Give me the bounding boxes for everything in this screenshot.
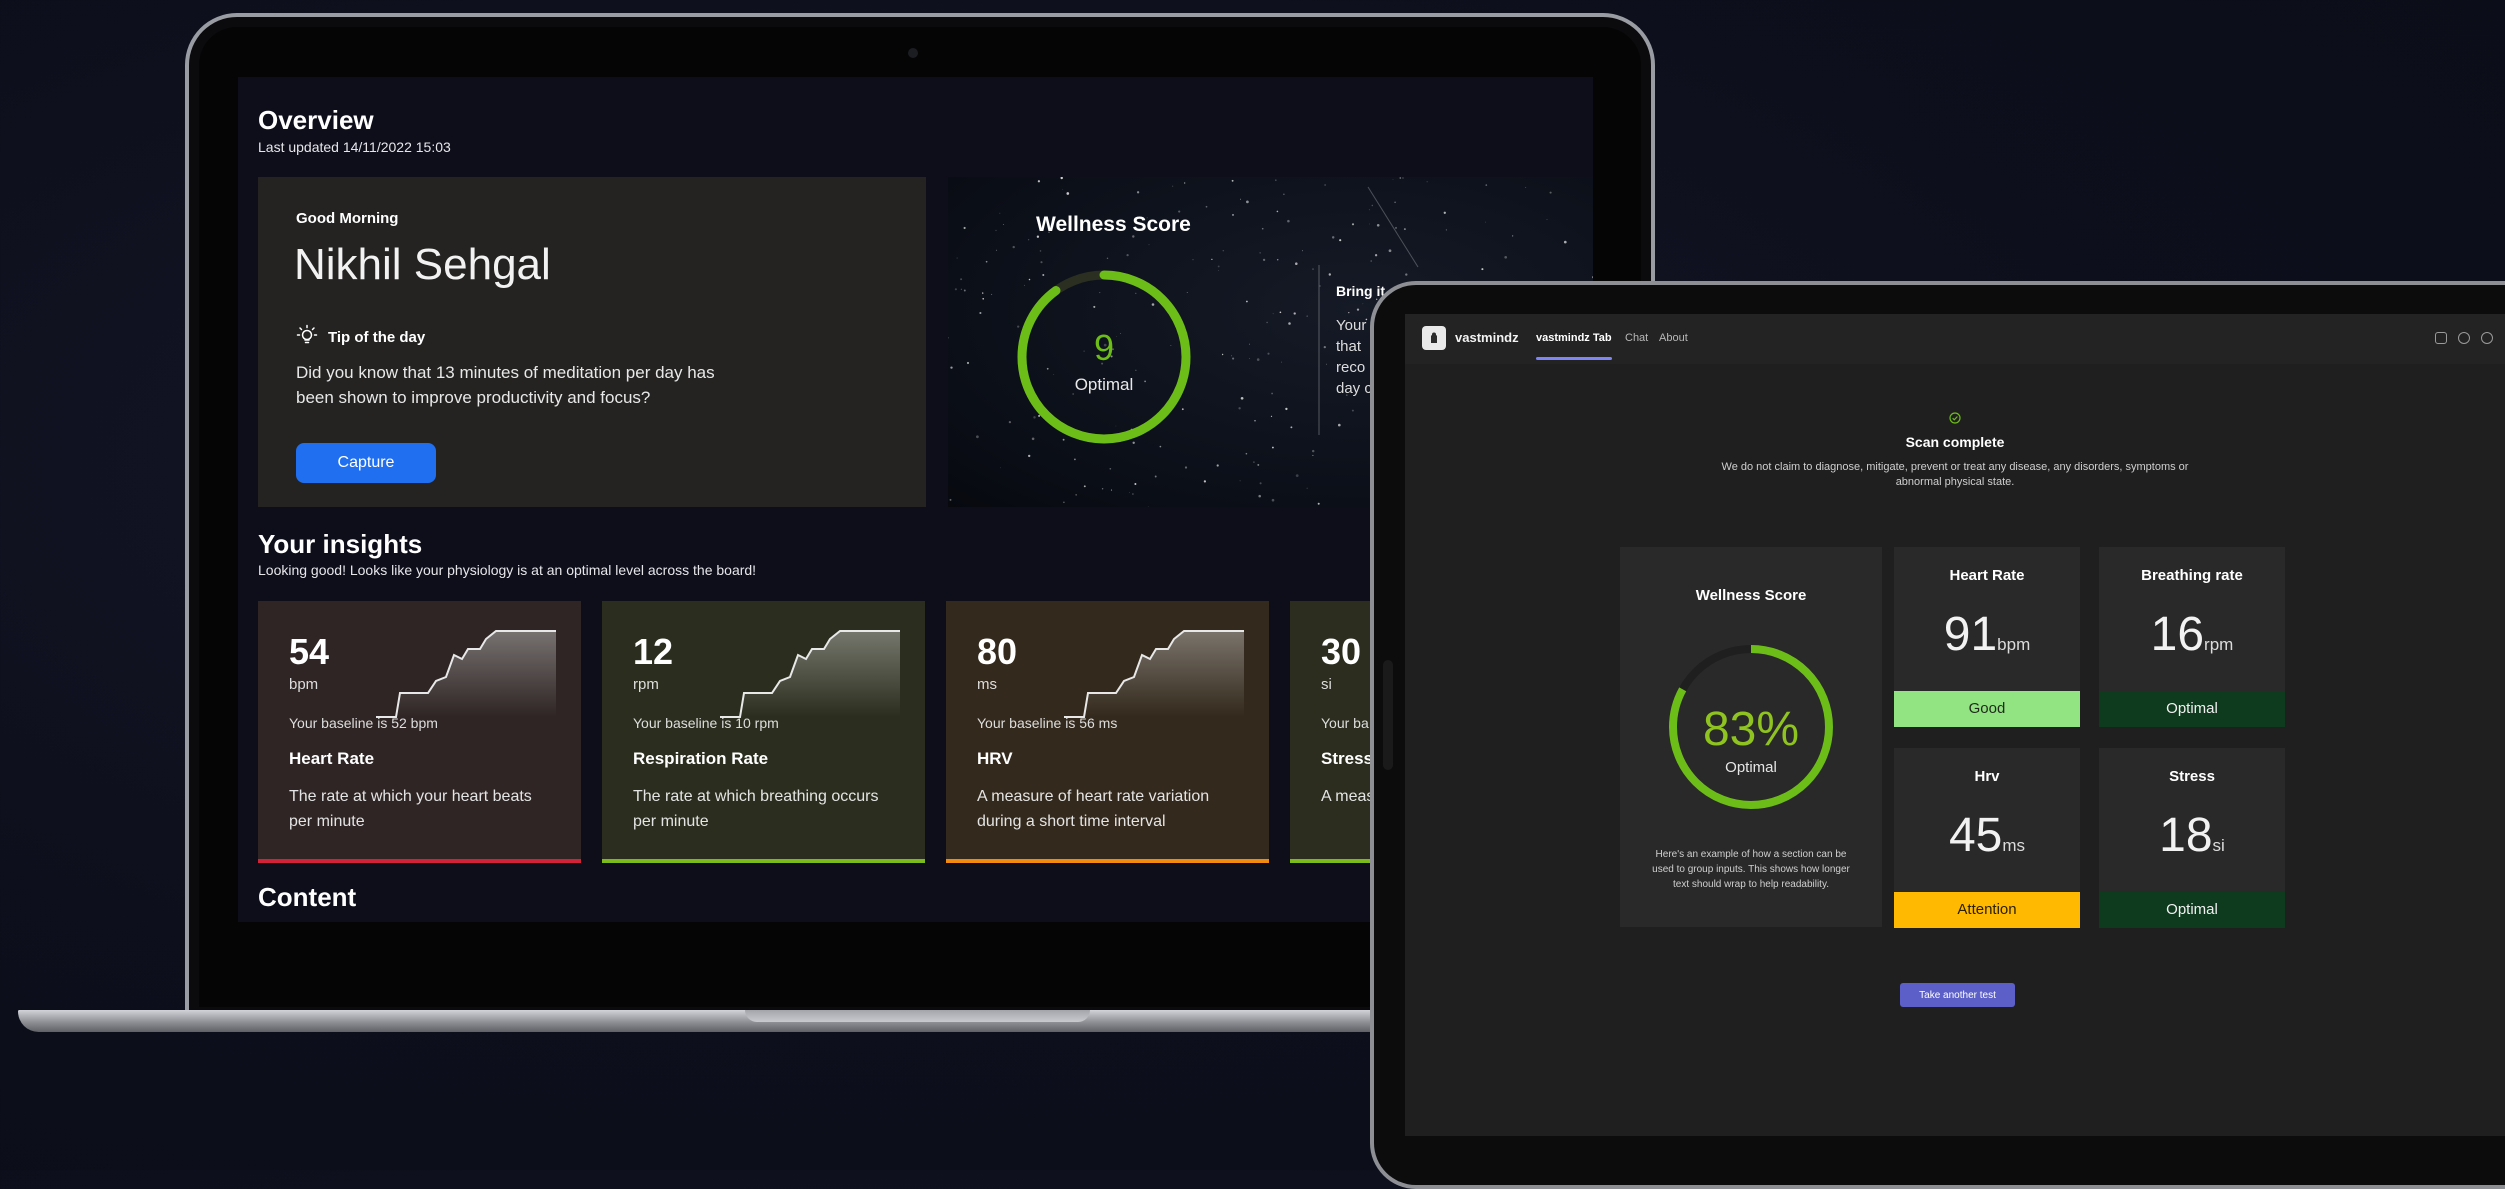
greeting-card: Good Morning Nikhil Sehgal Tip of the da… [258,177,926,507]
metric-title: Heart Rate [1949,567,2025,584]
metric-unit: rpm [2204,635,2234,654]
sparkline-chart [720,630,900,718]
capture-button[interactable]: Capture [296,443,436,483]
insight-baseline: Your ba [1321,715,1369,731]
tab-about[interactable]: About [1659,332,1688,344]
insight-card[interactable]: 54 bpm Your baseline is 52 bpm Heart Rat… [258,601,581,863]
wellness-note: Here's an example of how a section can b… [1652,849,1850,890]
insight-card[interactable]: 80 ms Your baseline is 56 ms HRV A measu… [946,601,1269,863]
refresh-icon[interactable] [2458,332,2470,344]
insight-baseline: Your baseline is 10 rpm [633,715,779,731]
wellness-percent: 83% [1702,703,1800,756]
insight-accent-bar [946,859,1269,863]
metric-value: 18si [2099,808,2285,863]
camera-icon [908,48,918,58]
insight-accent-bar [258,859,581,863]
tab-chat[interactable]: Chat [1625,332,1648,344]
insight-value: 12 [633,631,674,672]
insight-value: 80 [977,631,1018,672]
insight-name: HRV [977,749,1013,768]
active-tab-indicator [1536,357,1612,360]
insight-description: The rate at which breathing occurs per m… [633,788,879,830]
divider [1318,265,1320,435]
insight-unit: bpm [289,676,319,693]
metric-value: 16rpm [2099,607,2285,662]
metric-number: 16 [2150,608,2205,661]
insight-unit: ms [977,676,997,693]
metric-number: 91 [1943,608,1998,661]
laptop-notch [745,1010,1090,1022]
metric-unit: bpm [1997,635,2031,654]
last-updated: Last updated 14/11/2022 15:03 [258,139,451,155]
sparkline-chart [1064,630,1244,718]
metric-title: Stress [2169,768,2215,785]
insight-name: Stress [1321,749,1373,768]
take-another-test-button[interactable]: Take another test [1900,983,2015,1007]
metric-tile: Heart Rate 91bpm Good [1894,547,2080,727]
insight-baseline: Your baseline is 52 bpm [289,715,438,731]
insight-name: Respiration Rate [633,749,769,768]
metric-unit: si [2212,836,2225,855]
metric-title: Breathing rate [2141,567,2243,584]
insight-unit: si [1321,676,1332,693]
insight-baseline: Your baseline is 56 ms [977,715,1118,731]
wellness-side-title: Bring it [1336,283,1385,299]
sparkline-chart [376,630,556,718]
metric-value: 45ms [1894,808,2080,863]
tab-vastmindz[interactable]: vastmindz Tab [1536,332,1612,344]
app-name: vastmindz [1455,330,1519,345]
more-icon[interactable] [2481,332,2493,344]
wellness-score-value: 9 [1093,327,1115,368]
insight-description: The rate at which your heart beats per m… [289,788,532,830]
insight-name: Heart Rate [289,749,375,768]
wellness-status: Optimal [1725,759,1777,776]
wellness-title: Wellness Score [1036,213,1191,236]
metric-value: 91bpm [1894,607,2080,662]
metric-tile: Breathing rate 16rpm Optimal [2099,547,2285,727]
wellness-status: Optimal [1074,375,1134,394]
metric-status: Optimal [2099,691,2285,727]
insight-value: 54 [289,631,330,672]
lightbulb-icon [296,324,318,350]
wellness-title: Wellness Score [1695,587,1807,604]
insight-description: A measure of heart rate variation during… [977,788,1210,830]
metric-unit: ms [2002,836,2026,855]
content-title: Content [258,882,357,912]
tip-header: Tip of the day [296,324,425,350]
metric-status: Good [1894,691,2080,727]
tip-title: Tip of the day [328,328,426,346]
insight-card[interactable]: 12 rpm Your baseline is 10 rpm Respirati… [602,601,925,863]
tablet-side-button [1383,660,1393,770]
tablet-wellness-card: Wellness Score 83% Optimal Here's an exa… [1620,547,1882,927]
scan-disclaimer: We do not claim to diagnose, mitigate, p… [1721,461,2189,488]
page-title: Overview [258,105,374,135]
metric-tile: Stress 18si Optimal [2099,748,2285,928]
user-name: Nikhil Sehgal [294,240,551,289]
metric-status: Optimal [2099,892,2285,928]
metric-tile: Hrv 45ms Attention [1894,748,2080,928]
insight-unit: rpm [633,676,659,693]
insight-accent-bar [602,859,925,863]
app-header: vastmindz vastmindz Tab Chat About [1405,314,2505,364]
tip-text: Did you know that 13 minutes of meditati… [296,363,715,407]
scan-title: Scan complete [1905,434,2005,450]
metric-status: Attention [1894,892,2080,928]
check-circle-icon [1949,412,1961,424]
popout-icon[interactable] [2435,332,2447,344]
metric-number: 18 [2159,809,2213,862]
greeting-salutation: Good Morning [296,210,399,227]
insights-title: Your insights [258,529,423,559]
tablet-screen: vastmindz vastmindz Tab Chat About Scan … [1405,314,2505,1136]
metric-title: Hrv [1974,768,2000,785]
insights-subtitle: Looking good! Looks like your physiology… [258,562,757,578]
app-logo-icon[interactable] [1422,326,1446,350]
metric-number: 45 [1948,809,2003,862]
insight-value: 30 [1321,631,1362,672]
